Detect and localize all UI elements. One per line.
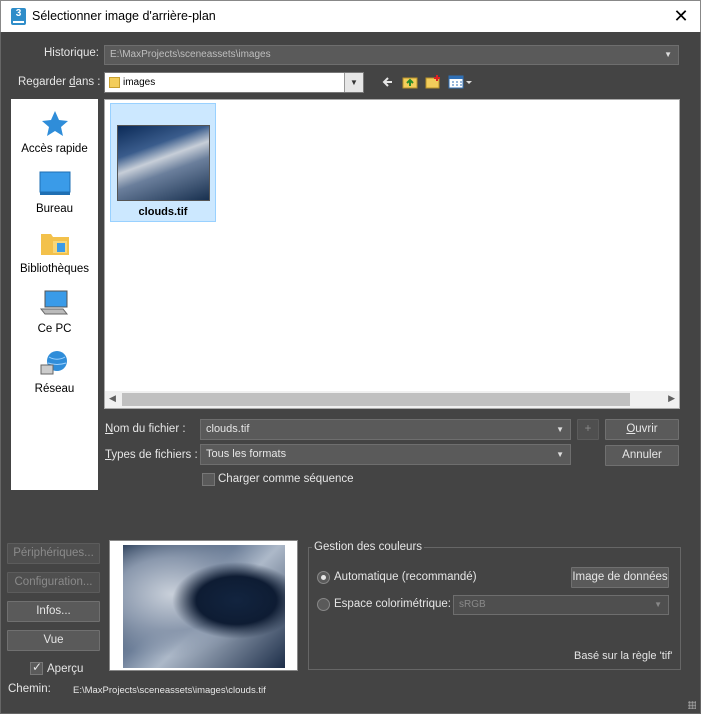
open-button[interactable]: Ouvrir bbox=[605, 419, 679, 440]
places-bar: Accès rapide Bureau Bibliothèques Ce PC … bbox=[11, 99, 98, 490]
colorspace-value: sRGB bbox=[459, 599, 486, 610]
colorspace-combo[interactable]: sRGB ▼ bbox=[453, 595, 669, 615]
place-label: Bibliothèques bbox=[19, 263, 90, 275]
dialog-body: Historique: E:\MaxProjects\sceneassets\i… bbox=[0, 32, 701, 714]
window-title: Sélectionner image d'arrière-plan bbox=[32, 9, 216, 23]
look-in-combo[interactable]: images ▼ bbox=[104, 72, 364, 93]
look-in-label: Regarder dans : bbox=[18, 76, 101, 88]
image-preview bbox=[109, 540, 298, 671]
view-menu-icon[interactable] bbox=[448, 74, 474, 90]
resize-grip[interactable] bbox=[688, 701, 696, 709]
color-management-title: Gestion des couleurs bbox=[312, 541, 425, 553]
filename-combo[interactable]: clouds.tif ▼ bbox=[200, 419, 571, 440]
data-image-button[interactable]: Image de données bbox=[571, 567, 669, 588]
place-desktop[interactable]: Bureau bbox=[11, 171, 98, 215]
place-quick-access[interactable]: Accès rapide bbox=[11, 109, 98, 155]
title-bar: 3 Sélectionner image d'arrière-plan ✕ bbox=[0, 0, 701, 32]
filename-label: Nom du fichier : bbox=[105, 423, 186, 435]
sequence-checkbox[interactable] bbox=[202, 473, 215, 486]
close-icon[interactable]: ✕ bbox=[672, 6, 690, 26]
place-label: Ce PC bbox=[37, 323, 72, 335]
filename-value: clouds.tif bbox=[206, 423, 250, 435]
scroll-left-icon[interactable]: ◀ bbox=[109, 393, 116, 404]
file-thumbnail bbox=[117, 125, 210, 201]
file-item[interactable]: clouds.tif bbox=[110, 103, 216, 222]
back-arrow-icon[interactable] bbox=[380, 74, 396, 90]
place-network[interactable]: Réseau bbox=[11, 349, 98, 395]
app-icon: 3 bbox=[11, 8, 26, 25]
info-button[interactable]: Infos... bbox=[7, 601, 100, 622]
new-folder-icon[interactable] bbox=[425, 74, 441, 90]
scrollbar-thumb[interactable] bbox=[122, 393, 630, 406]
chevron-down-icon[interactable]: ▼ bbox=[344, 73, 363, 92]
filetype-combo[interactable]: Tous les formats ▼ bbox=[200, 444, 571, 465]
preview-label: Aperçu bbox=[47, 663, 84, 675]
place-libraries[interactable]: Bibliothèques bbox=[11, 229, 98, 275]
network-icon bbox=[40, 351, 67, 375]
place-this-pc[interactable]: Ce PC bbox=[11, 289, 98, 335]
rule-text: Basé sur la règle 'tif' bbox=[574, 650, 673, 662]
preview-checkbox[interactable] bbox=[30, 660, 43, 675]
folder-icon bbox=[109, 77, 120, 88]
place-label: Accès rapide bbox=[21, 143, 88, 155]
add-button[interactable]: + bbox=[577, 419, 599, 440]
auto-radio[interactable] bbox=[317, 571, 330, 584]
look-in-value: images bbox=[123, 77, 156, 88]
preview-image bbox=[123, 545, 285, 668]
computer-icon bbox=[39, 290, 68, 315]
libraries-icon bbox=[40, 234, 69, 255]
chevron-down-icon: ▼ bbox=[556, 425, 564, 434]
place-label: Bureau bbox=[35, 203, 74, 215]
scroll-right-icon[interactable]: ▶ bbox=[668, 393, 675, 404]
horizontal-scrollbar[interactable]: ◀ ▶ bbox=[105, 391, 679, 408]
chevron-down-icon: ▼ bbox=[664, 50, 672, 59]
up-folder-icon[interactable] bbox=[402, 74, 418, 90]
filetype-value: Tous les formats bbox=[206, 448, 287, 460]
history-combo[interactable]: E:\MaxProjects\sceneassets\images ▼ bbox=[104, 45, 679, 65]
colorspace-radio[interactable] bbox=[317, 598, 330, 611]
devices-button[interactable]: Périphériques... bbox=[7, 543, 100, 564]
history-label: Historique: bbox=[44, 47, 99, 59]
configuration-button[interactable]: Configuration... bbox=[7, 572, 100, 593]
colorspace-label: Espace colorimétrique: bbox=[334, 598, 451, 610]
place-label: Réseau bbox=[34, 383, 75, 395]
file-name: clouds.tif bbox=[138, 206, 188, 218]
chevron-down-icon: ▼ bbox=[654, 600, 662, 609]
path-value: E:\MaxProjects\sceneassets\images\clouds… bbox=[73, 685, 266, 696]
path-label: Chemin: bbox=[8, 683, 51, 695]
star-icon bbox=[41, 111, 68, 136]
view-button[interactable]: Vue bbox=[7, 630, 100, 651]
auto-label: Automatique (recommandé) bbox=[334, 571, 477, 583]
chevron-down-icon: ▼ bbox=[556, 450, 564, 459]
file-list[interactable]: clouds.tif ◀ ▶ bbox=[104, 99, 680, 409]
history-value: E:\MaxProjects\sceneassets\images bbox=[110, 49, 271, 60]
cancel-button[interactable]: Annuler bbox=[605, 445, 679, 466]
desktop-icon bbox=[39, 171, 70, 195]
filetype-label: Types de fichiers : bbox=[105, 449, 198, 461]
sequence-label: Charger comme séquence bbox=[218, 473, 354, 485]
